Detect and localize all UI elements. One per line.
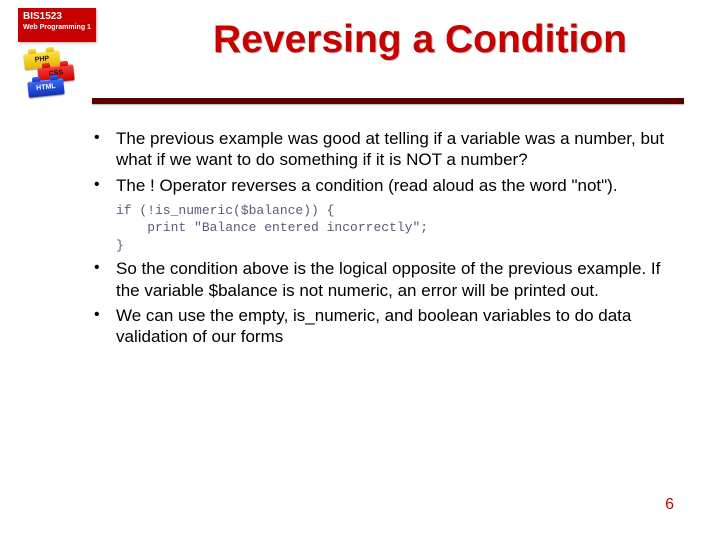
course-code: BIS1523 (23, 11, 91, 22)
course-name: Web Programming 1 (23, 24, 91, 32)
course-badge: BIS1523 Web Programming 1 (18, 8, 96, 42)
slide-body: The previous example was good at telling… (88, 128, 686, 351)
slide-title: Reversing a Condition (150, 18, 690, 62)
brick-html: HTML (27, 78, 64, 98)
bullet-3: So the condition above is the logical op… (88, 258, 686, 301)
bullet-1: The previous example was good at telling… (88, 128, 686, 171)
title-underline (92, 98, 684, 104)
brick-stack-icon: PHP CSS HTML (22, 50, 82, 100)
bullet-4: We can use the empty, is_numeric, and bo… (88, 305, 686, 348)
page-number: 6 (665, 496, 674, 514)
code-snippet: if (!is_numeric($balance)) { print "Bala… (116, 202, 686, 255)
bullet-2: The ! Operator reverses a condition (rea… (88, 175, 686, 196)
